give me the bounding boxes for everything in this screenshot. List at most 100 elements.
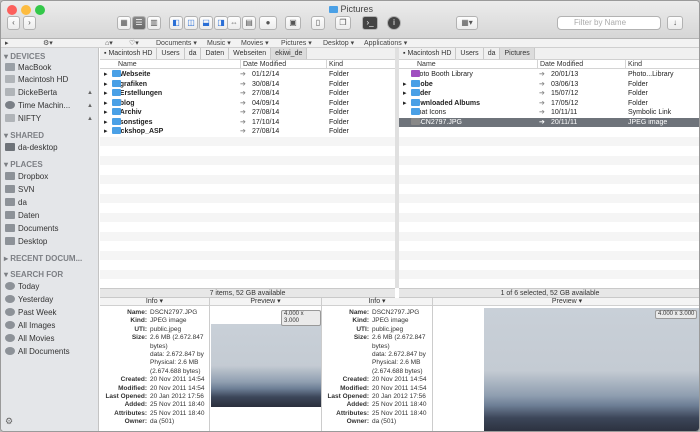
sidebar-item-da[interactable]: da [5, 197, 27, 209]
eject-icon[interactable]: ▲ [87, 103, 93, 109]
breadcrumb-item[interactable]: da [484, 48, 501, 59]
sidebar-item-macbook[interactable]: MacBook [5, 62, 51, 74]
disclosure-triangle-icon[interactable]: ▸ [104, 80, 108, 89]
arrow-circle-icon[interactable]: ➔ [240, 80, 246, 89]
table-row[interactable]: ▸ Downloaded Albums ➔ 17/05/12 Folder [399, 98, 699, 108]
arrow-circle-icon[interactable]: ➔ [539, 80, 545, 89]
table-row[interactable]: ▸ 3_Erstellungen ➔ 27/08/14 Folder [100, 89, 395, 98]
sidebar-item-da-desktop[interactable]: da-desktop [5, 142, 58, 154]
fav-documents[interactable]: Documents ▾ [156, 39, 197, 48]
fav-pictures[interactable]: Pictures ▾ [281, 39, 312, 48]
sidebar-item-yesterday[interactable]: Yesterday [5, 294, 53, 306]
copy-icon[interactable]: ❐ [335, 16, 351, 30]
column-name[interactable]: Name [417, 60, 436, 69]
table-row[interactable]: ▸ 1_Webseite ➔ 01/12/14 Folder [100, 70, 395, 79]
disclosure-triangle-icon[interactable]: ▸ [104, 127, 108, 136]
search-input[interactable]: Filter by Name [557, 16, 661, 30]
disclosure-triangle-icon[interactable]: ▸ [403, 99, 407, 108]
new-folder-icon[interactable]: ▣ [285, 16, 301, 30]
sidebar-item-desktop[interactable]: Desktop [5, 236, 47, 248]
preview-header[interactable]: Preview ▾ [433, 298, 699, 306]
eject-icon[interactable]: ▲ [87, 90, 93, 96]
breadcrumb-item[interactable]: Users [456, 48, 484, 59]
table-row[interactable]: ▸ 6_sonstiges ➔ 17/10/14 Folder [100, 117, 395, 127]
breadcrumb-item[interactable]: Daten [201, 48, 230, 59]
terminal-icon[interactable]: ›_ [362, 16, 378, 30]
sidebar-item-time-machine[interactable]: Time Machin... [5, 100, 70, 112]
info-header[interactable]: Info ▾ [100, 298, 209, 306]
table-row[interactable]: Photo Booth Library ➔ 20/01/13 Photo...Libr… [399, 70, 699, 79]
table-row[interactable]: ▸ 2_grafiken ➔ 30/08/14 Folder [100, 79, 395, 89]
arrow-circle-icon[interactable]: ➔ [539, 89, 545, 98]
column-view-button[interactable]: ▥ [147, 16, 161, 30]
sidebar-item-all-movies[interactable]: All Movies [5, 333, 54, 345]
arrow-circle-icon[interactable]: ➔ [240, 118, 246, 127]
table-row[interactable]: ▸ 5_Archiv ➔ 27/08/14 Folder [100, 108, 395, 117]
disclosure-triangle-icon[interactable]: ▸ [104, 99, 108, 108]
disclosure-triangle-icon[interactable]: ▸ [403, 80, 407, 89]
fav-applications[interactable]: Applications ▾ [364, 39, 407, 48]
arrow-circle-icon[interactable]: ➔ [240, 108, 246, 117]
sidebar-item-dickeberta[interactable]: DickeBerta [5, 87, 57, 99]
column-kind[interactable]: Kind [326, 60, 343, 69]
table-row[interactable]: ▸ 4_blog ➔ 04/09/14 Folder [100, 98, 395, 108]
back-button[interactable]: ‹ [7, 16, 20, 30]
sidebar-item-past-week[interactable]: Past Week [5, 307, 57, 319]
breadcrumb-item[interactable]: ekiwi_de [271, 48, 308, 59]
download-arrow-icon[interactable]: ↓ [667, 16, 683, 30]
left-pane-button[interactable]: ◧ [169, 16, 183, 30]
disclosure-triangle-icon[interactable]: ▸ [104, 89, 108, 98]
sidebar-item-all-images[interactable]: All Images [5, 320, 55, 332]
arrow-circle-icon[interactable]: ➔ [240, 127, 246, 136]
search-for-header[interactable]: ▾ SEARCH FOR [4, 270, 63, 279]
preview-header[interactable]: Preview ▾ [210, 298, 321, 306]
bottom-pane-button[interactable]: ⬓ [199, 16, 213, 30]
devices-header[interactable]: ▾ DEVICES [4, 52, 45, 61]
quicklook-eye-icon[interactable]: ● [259, 16, 277, 30]
disclosure-triangle-icon[interactable]: ▸ [104, 70, 108, 79]
arrow-circle-icon[interactable]: ➔ [240, 99, 246, 108]
breadcrumb-item[interactable]: Users [157, 48, 185, 59]
fav-music[interactable]: Music ▾ [207, 39, 231, 48]
action-gear-icon[interactable]: ⚙▾ [43, 39, 53, 48]
arrange-button[interactable]: ▦▾ [456, 16, 478, 30]
column-kind[interactable]: Kind [625, 60, 642, 69]
info-icon[interactable]: i [387, 16, 401, 30]
arrow-circle-icon[interactable]: ➔ [539, 99, 545, 108]
sidebar-toggle-icon[interactable]: ▸ [5, 39, 9, 48]
list-view-button[interactable]: ☰ [132, 16, 146, 30]
breadcrumb-item[interactable]: ▪ Macintosh HD [399, 48, 457, 59]
disclosure-triangle-icon[interactable]: ▸ [104, 118, 108, 127]
sidebar-item-daten[interactable]: Daten [5, 210, 39, 222]
arrow-circle-icon[interactable]: ➔ [539, 108, 545, 117]
arrow-circle-icon[interactable]: ➔ [240, 89, 246, 98]
column-date-modified[interactable]: Date Modified [240, 60, 325, 69]
right-pane-button[interactable]: ◨ [214, 16, 228, 30]
column-date-modified[interactable]: Date Modified [537, 60, 624, 69]
favorites-heart-icon[interactable]: ♡▾ [129, 39, 139, 48]
fav-movies[interactable]: Movies ▾ [241, 39, 269, 48]
arrow-circle-icon[interactable]: ➔ [539, 118, 545, 127]
new-file-icon[interactable]: ▯ [311, 16, 325, 30]
compare-button[interactable]: ▤ [242, 16, 256, 30]
sync-button[interactable]: ⇔ [227, 16, 241, 30]
sidebar-item-dropbox[interactable]: Dropbox [5, 171, 48, 183]
sidebar-item-documents[interactable]: Documents [5, 223, 58, 235]
icon-view-button[interactable]: ▦ [117, 16, 131, 30]
breadcrumb-item[interactable]: ▪ Macintosh HD [100, 48, 158, 59]
arrow-circle-icon[interactable]: ➔ [240, 70, 246, 79]
places-header[interactable]: ▾ PLACES [4, 160, 43, 169]
forward-button[interactable]: › [23, 16, 36, 30]
table-row[interactable]: ▸ Packshop_ASP ➔ 27/08/14 Folder [100, 127, 395, 136]
table-row[interactable]: DSCN2797.JPG ➔ 20/11/11 JPEG image [399, 117, 699, 127]
gear-icon[interactable]: ⚙ [5, 416, 13, 427]
sidebar-item-nifty[interactable]: NIFTY [5, 113, 41, 125]
breadcrumb-item[interactable]: Pictures [500, 48, 535, 59]
dual-pane-button[interactable]: ◫ [184, 16, 198, 30]
column-name[interactable]: Name [118, 60, 137, 69]
breadcrumb-item[interactable]: da [185, 48, 202, 59]
fav-desktop[interactable]: Desktop ▾ [323, 39, 354, 48]
table-row[interactable]: ▸ Adobe ➔ 03/06/13 Folder [399, 79, 699, 89]
sidebar-item-macintosh-hd[interactable]: Macintosh HD [5, 74, 68, 86]
table-row[interactable]: ▸ Bilder ➔ 15/07/12 Folder [399, 89, 699, 98]
